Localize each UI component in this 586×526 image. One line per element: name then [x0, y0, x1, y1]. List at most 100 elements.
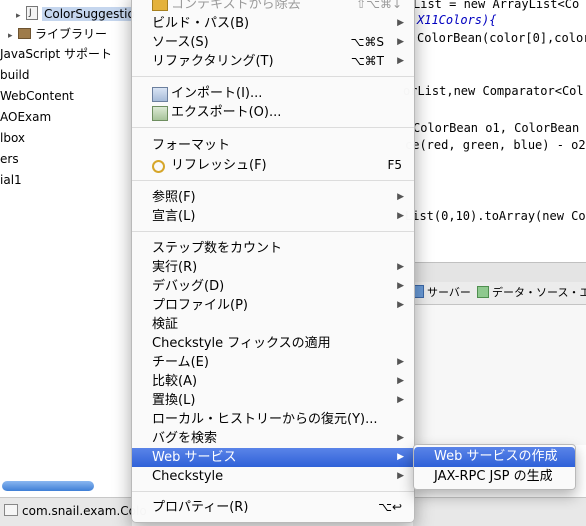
submenu-item-create-web-service[interactable]: Web サービスの作成	[414, 447, 575, 467]
export-icon	[152, 106, 168, 121]
submenu-arrow-icon: ▶	[397, 395, 404, 405]
project-explorer: ▸ColorSuggestio ▸ライブラリー JavaScript サポート …	[0, 0, 137, 497]
menu-item-compare[interactable]: 比較(A) ▶	[132, 372, 414, 391]
java-file-icon	[26, 3, 38, 23]
menu-item-label: フォーマット	[152, 138, 231, 153]
code-text: ColorBean(color[0],color	[417, 31, 586, 45]
menu-item-build-path[interactable]: ビルド・パス(B) ▶	[132, 14, 414, 33]
menu-item-label: エクスポート(O)...	[171, 105, 282, 120]
menu-item-export[interactable]: エクスポート(O)...	[132, 103, 414, 122]
menu-item-refresh[interactable]: リフレッシュ(F) F5	[132, 156, 414, 175]
menu-item-label: チーム(E)	[152, 355, 209, 370]
context-menu: コンテキストから除去 ⇧⌥⌘↓ ビルド・パス(B) ▶ ソース(S) ⌥⌘S ▶…	[131, 0, 415, 523]
menu-item-team[interactable]: チーム(E) ▶	[132, 353, 414, 372]
menu-item-label: 宣言(L)	[152, 209, 196, 224]
menu-item-count-steps[interactable]: ステップ数をカウント	[132, 239, 414, 258]
menu-item-declarations[interactable]: 宣言(L) ▶	[132, 207, 414, 226]
menu-item-label: Checkstyle	[152, 469, 224, 484]
tree-item-colorsuggestion[interactable]: ▸ ColorSuggestio	[16, 3, 137, 26]
code-line: X11Colors){	[417, 12, 496, 28]
status-item[interactable]: com.snail.exam.Colo	[4, 504, 147, 518]
code-line: ce(red, green, blue) - o2	[405, 137, 586, 153]
collapse-arrow-icon[interactable]: ▸	[16, 6, 26, 26]
shortcut-label: ⌥⌘S	[350, 35, 384, 49]
menu-item-profile[interactable]: プロファイル(P) ▶	[132, 296, 414, 315]
code-line: List(0,10).toArray(new Co	[405, 208, 586, 224]
tree-item-label: JavaScript サポート	[0, 47, 112, 61]
context-icon	[152, 0, 168, 11]
tree-item-label: ライブラリー	[35, 27, 108, 41]
menu-separator	[132, 180, 414, 181]
tree-item-aoexam[interactable]: AOExam	[0, 107, 51, 127]
menu-item-properties[interactable]: プロパティー(R) ⌥↩	[132, 498, 414, 517]
menu-item-refactoring[interactable]: リファクタリング(T) ⌥⌘T ▶	[132, 52, 414, 71]
tree-item-javascript-support[interactable]: JavaScript サポート	[0, 44, 112, 64]
menu-item-label: ステップ数をカウント	[152, 241, 283, 256]
tree-item-lbox[interactable]: lbox	[0, 128, 25, 148]
menu-item-label: リファクタリング(T)	[152, 54, 274, 69]
menu-item-validate[interactable]: 検証	[132, 315, 414, 334]
menu-item-label: プロファイル(P)	[152, 298, 248, 313]
submenu-arrow-icon: ▶	[397, 376, 404, 386]
menu-separator	[132, 127, 414, 128]
submenu-arrow-icon: ▶	[397, 357, 404, 367]
data-source-icon	[477, 286, 489, 298]
menu-item-restore-local-history[interactable]: ローカル・ヒストリーからの復元(Y)...	[132, 410, 414, 429]
code-line: ColorBean(color[0],color	[417, 30, 586, 46]
tree-item-library[interactable]: ▸ ライブラリー	[8, 24, 107, 44]
menu-item-format[interactable]: フォーマット	[132, 136, 414, 155]
menu-item-label: ビルド・パス(B)	[152, 16, 250, 31]
menu-item-label: ソース(S)	[152, 35, 209, 50]
menu-item-label: Checkstyle フィックスの適用	[152, 336, 331, 351]
tree-item-label: AOExam	[0, 110, 52, 124]
tab-label: サーバー	[427, 286, 471, 299]
panel-divider[interactable]	[413, 262, 586, 283]
menu-item-find-bugs[interactable]: バグを検索 ▶	[132, 429, 414, 448]
menu-item-apply-checkstyle-fixes[interactable]: Checkstyle フィックスの適用	[132, 334, 414, 353]
code-editor[interactable]: List = new ArrayList<Co X11Colors){ Colo…	[403, 0, 586, 262]
progress-bar	[2, 481, 94, 491]
code-text: List(0,10).toArray(new Co	[405, 209, 586, 223]
code-text: X11Colors){	[417, 13, 497, 27]
tree-item-build[interactable]: build	[0, 65, 30, 85]
tab-data-source[interactable]: データ・ソース・エ	[477, 285, 586, 301]
tree-item-ial1[interactable]: ial1	[0, 170, 22, 190]
menu-separator	[132, 231, 414, 232]
tree-item-label: ColorSuggestio	[42, 7, 137, 21]
menu-item-label: 置換(L)	[152, 393, 196, 408]
menu-item-label: ローカル・ヒストリーからの復元(Y)...	[152, 412, 378, 427]
menu-item-debug[interactable]: デバッグ(D) ▶	[132, 277, 414, 296]
expand-arrow-icon[interactable]: ▸	[8, 26, 18, 46]
menu-separator	[132, 76, 414, 77]
submenu-item-label: JAX-RPC JSP の生成	[434, 469, 553, 484]
menu-item-checkstyle[interactable]: Checkstyle ▶	[132, 467, 414, 486]
menu-item-import[interactable]: インポート(I)...	[132, 84, 414, 103]
tree-item-label: ial1	[0, 173, 22, 187]
menu-item-label: コンテキストから除去	[171, 0, 301, 12]
menu-item-replace[interactable]: 置換(L) ▶	[132, 391, 414, 410]
menu-item-label: プロパティー(R)	[152, 500, 249, 515]
status-text: com.snail.exam.Colo	[22, 504, 147, 518]
menu-item-web-services[interactable]: Web サービス ▶	[132, 448, 414, 467]
tree-item-webcontent[interactable]: WebContent	[0, 86, 74, 106]
menu-item-label: バグを検索	[152, 431, 218, 446]
tree-item-label: build	[0, 68, 30, 82]
menu-item-label: リフレッシュ(F)	[171, 158, 267, 173]
refresh-icon	[152, 160, 165, 173]
import-icon	[152, 87, 168, 102]
shortcut-label: ⌥↩	[378, 500, 402, 514]
tab-servers[interactable]: サーバー	[413, 285, 471, 301]
tree-item-ers[interactable]: ers	[0, 149, 19, 169]
menu-separator	[132, 491, 414, 492]
menu-item-label: デバッグ(D)	[152, 279, 225, 294]
code-line: orList,new Comparator<Col	[403, 83, 584, 99]
menu-item-references[interactable]: 参照(F) ▶	[132, 188, 414, 207]
menu-item-source[interactable]: ソース(S) ⌥⌘S ▶	[132, 33, 414, 52]
library-icon	[18, 28, 31, 39]
menu-item-remove-from-context[interactable]: コンテキストから除去 ⇧⌥⌘↓	[132, 0, 414, 14]
submenu-arrow-icon: ▶	[397, 300, 404, 310]
submenu-item-generate-jaxrpc-jsp[interactable]: JAX-RPC JSP の生成	[414, 467, 575, 487]
menu-item-label: 検証	[152, 317, 179, 332]
menu-item-run[interactable]: 実行(R) ▶	[132, 258, 414, 277]
tab-label: データ・ソース・エ	[492, 286, 586, 299]
